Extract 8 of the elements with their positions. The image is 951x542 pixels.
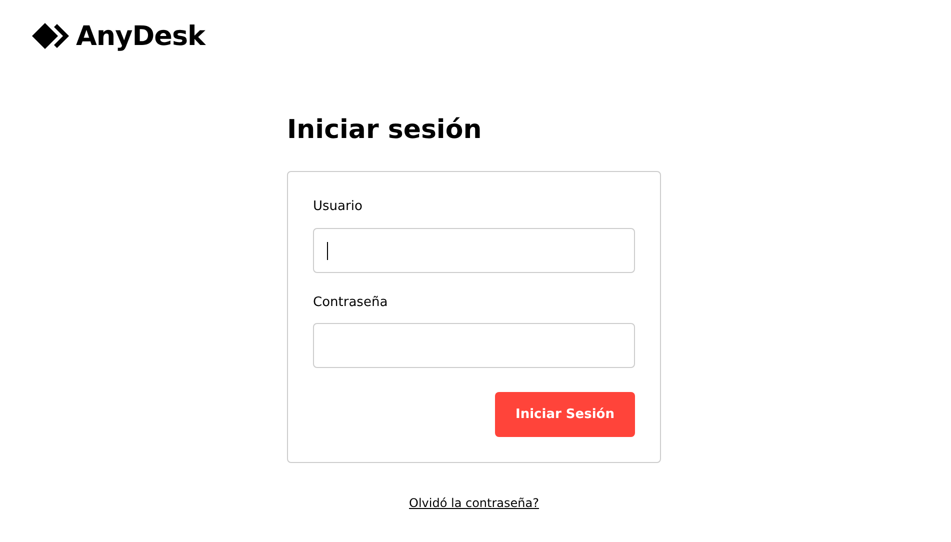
logo-text: AnyDesk <box>76 22 205 50</box>
input-field[interactable] <box>313 323 635 368</box>
input-field[interactable] <box>313 228 635 273</box>
page-title: Iniciar sesión <box>287 115 483 146</box>
field-label: Usuario <box>313 198 364 216</box>
logo-icon <box>32 22 72 50</box>
field-label: Contraseña <box>313 294 389 312</box>
forgot-password-link[interactable]: Olvidó la contraseña? <box>409 496 539 510</box>
